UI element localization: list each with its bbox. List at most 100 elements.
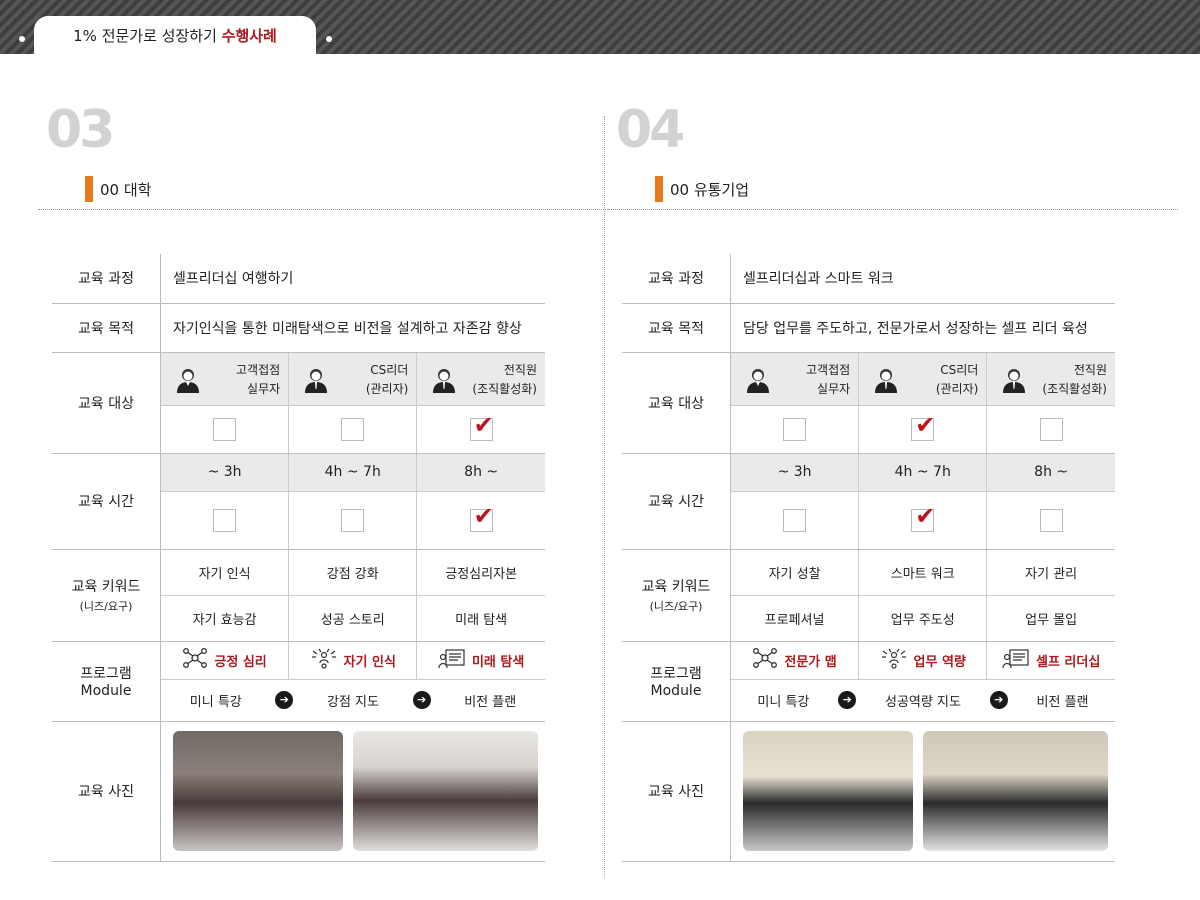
label-course: 교육 과정: [52, 254, 161, 304]
module-cell-2: 미래 탐색: [416, 641, 545, 680]
checkbox-target-2: ✔: [469, 413, 494, 441]
arrow-right-icon: ➔: [412, 691, 431, 709]
keyword-cell: 성공 스토리: [288, 595, 418, 642]
checkbox-target-2: [1039, 417, 1063, 441]
keyword-cell: 자기 성찰: [730, 549, 860, 596]
target-line2: (관리자): [935, 381, 979, 396]
training-photo: [923, 731, 1108, 851]
label-time: 교육 시간: [52, 453, 161, 550]
person-icon: [745, 367, 771, 397]
time-option-0: ~ 3h: [160, 453, 290, 492]
org-marker: [655, 176, 663, 202]
label-time: 교육 시간: [622, 453, 731, 550]
time-check-cell: [160, 491, 290, 550]
time-option-1: 4h ~ 7h: [288, 453, 418, 492]
flow-cell: 미니 특강 ➔ 성공역량 지도 ➔ 비전 플랜: [730, 679, 1115, 722]
photo-cell: [730, 721, 1115, 862]
time-option-0: ~ 3h: [730, 453, 860, 492]
label-photo: 교육 사진: [52, 721, 161, 862]
checkbox-target-0: [213, 417, 237, 441]
row-target: 교육 대상 고객접점 실무자 CS리더 (관리자) 전직원 (조직활성화): [52, 352, 545, 454]
goal-value: 자기인식을 통한 미래탐색으로 비전을 설계하고 자존감 향상: [160, 303, 545, 353]
keyword-cell: 긍정심리자본: [416, 549, 545, 596]
program-sublabel: Module: [80, 683, 132, 699]
checkbox-time-0: [213, 508, 237, 532]
keyword-cell: 업무 주도성: [858, 595, 988, 642]
row-course: 교육 과정 셀프리더십과 스마트 워크: [622, 254, 1115, 304]
time-check-cell: ✔: [858, 491, 988, 550]
keyword-cell: 강점 강화: [288, 549, 418, 596]
photo-cell: [160, 721, 545, 862]
flow-step: 비전 플랜: [464, 694, 517, 710]
row-time: 교육 시간 ~ 3h 4h ~ 7h 8h ~: [622, 453, 1115, 550]
target-line1: 전직원: [1073, 362, 1107, 377]
time-check-cell: [986, 491, 1115, 550]
course-value: 셀프리더십과 스마트 워크: [730, 254, 1115, 304]
row-course: 교육 과정 셀프리더십 여행하기: [52, 254, 545, 304]
target-header-2: 전직원 (조직활성화): [416, 352, 545, 406]
dotted-rule: [608, 209, 1178, 210]
module-cell-0: 전문가 맵: [730, 641, 860, 680]
board-icon: [438, 647, 466, 673]
target-header-0: 고객접점 실무자: [160, 352, 290, 406]
target-line1: 전직원: [503, 362, 537, 377]
time-option-2: 8h ~: [416, 453, 545, 492]
keyword-cell: 미래 탐색: [416, 595, 545, 642]
row-keyword: 교육 키워드 (니즈/요구) 자기 인식 강점 강화 긍정심리자본: [52, 549, 545, 642]
section-divider: [604, 116, 605, 878]
target-header-1: CS리더 (관리자): [858, 352, 988, 406]
person-icon: [303, 367, 329, 397]
keyword-cell: 프로페셔널: [730, 595, 860, 642]
row-time: 교육 시간 ~ 3h 4h ~ 7h 8h ~: [52, 453, 545, 550]
check-mark-icon: ✔: [473, 501, 494, 530]
module-label: 셀프 리더십: [1035, 654, 1101, 670]
label-goal: 교육 목적: [622, 303, 731, 353]
module-label: 업무 역량: [913, 654, 966, 670]
row-program: 프로그램 Module 긍정 심리 자기 인식 미래 탐색: [52, 641, 545, 722]
case-table: 교육 과정 셀프리더십과 스마트 워크 교육 목적 담당 업무를 주도하고, 전문가로…: [622, 254, 1115, 862]
label-photo: 교육 사진: [622, 721, 731, 862]
case-section-04: 04 00 유통기업 교육 과정 셀프리더십과 스마트 워크 교육 목적 담당 업무를 주…: [608, 100, 1178, 890]
target-check-cell: [288, 405, 418, 454]
person-icon: [175, 367, 201, 397]
module-cell-0: 긍정 심리: [160, 641, 290, 680]
header-title-highlight: 수행사례: [221, 27, 277, 45]
target-line2: 실무자: [247, 381, 281, 396]
keyword-label: 교육 키워드: [641, 579, 711, 595]
person-icon: [873, 367, 899, 397]
target-header-0: 고객접점 실무자: [730, 352, 860, 406]
row-target: 교육 대상 고객접점 실무자 CS리더 (관리자) 전직원 (조직활성화): [622, 352, 1115, 454]
check-mark-icon: ✔: [915, 410, 936, 439]
flow-step: 성공역량 지도: [885, 694, 961, 710]
target-check-cell: [160, 405, 290, 454]
case-table: 교육 과정 셀프리더십 여행하기 교육 목적 자기인식을 통한 미래탐색으로 비전을 …: [52, 254, 545, 862]
goal-value: 담당 업무를 주도하고, 전문가로서 성장하는 셀프 리더 육성: [730, 303, 1115, 353]
time-check-cell: ✔: [416, 491, 545, 550]
checkbox-time-1: ✔: [911, 504, 935, 532]
person-icon: [431, 367, 457, 397]
module-cell-1: 자기 인식: [288, 641, 418, 680]
checkbox-target-0: [783, 417, 807, 441]
arrow-right-icon: ➔: [838, 691, 857, 709]
org-marker: [85, 176, 93, 202]
keyword-sublabel: (니즈/요구): [79, 600, 133, 613]
training-photo: [743, 731, 913, 851]
network-icon: [752, 647, 778, 673]
target-check-cell: ✔: [858, 405, 988, 454]
flow-step: 미니 특강: [189, 694, 242, 710]
row-photo: 교육 사진: [622, 721, 1115, 862]
target-line2: (관리자): [365, 381, 409, 396]
check-mark-icon: ✔: [473, 410, 494, 439]
program-label: 프로그램: [80, 666, 132, 682]
checkbox-time-2: [1039, 508, 1063, 532]
target-check-cell: [986, 405, 1115, 454]
target-check-cell: [730, 405, 860, 454]
keyword-cell: 업무 몰입: [986, 595, 1115, 642]
header-dot-right: [326, 36, 332, 42]
time-check-cell: [288, 491, 418, 550]
checkbox-time-1: [341, 508, 365, 532]
module-cell-1: 업무 역량: [858, 641, 988, 680]
label-program: 프로그램 Module: [52, 641, 161, 722]
module-label: 자기 인식: [343, 654, 396, 670]
header-title-prefix: 1% 전문가로 성장하기: [73, 27, 222, 45]
